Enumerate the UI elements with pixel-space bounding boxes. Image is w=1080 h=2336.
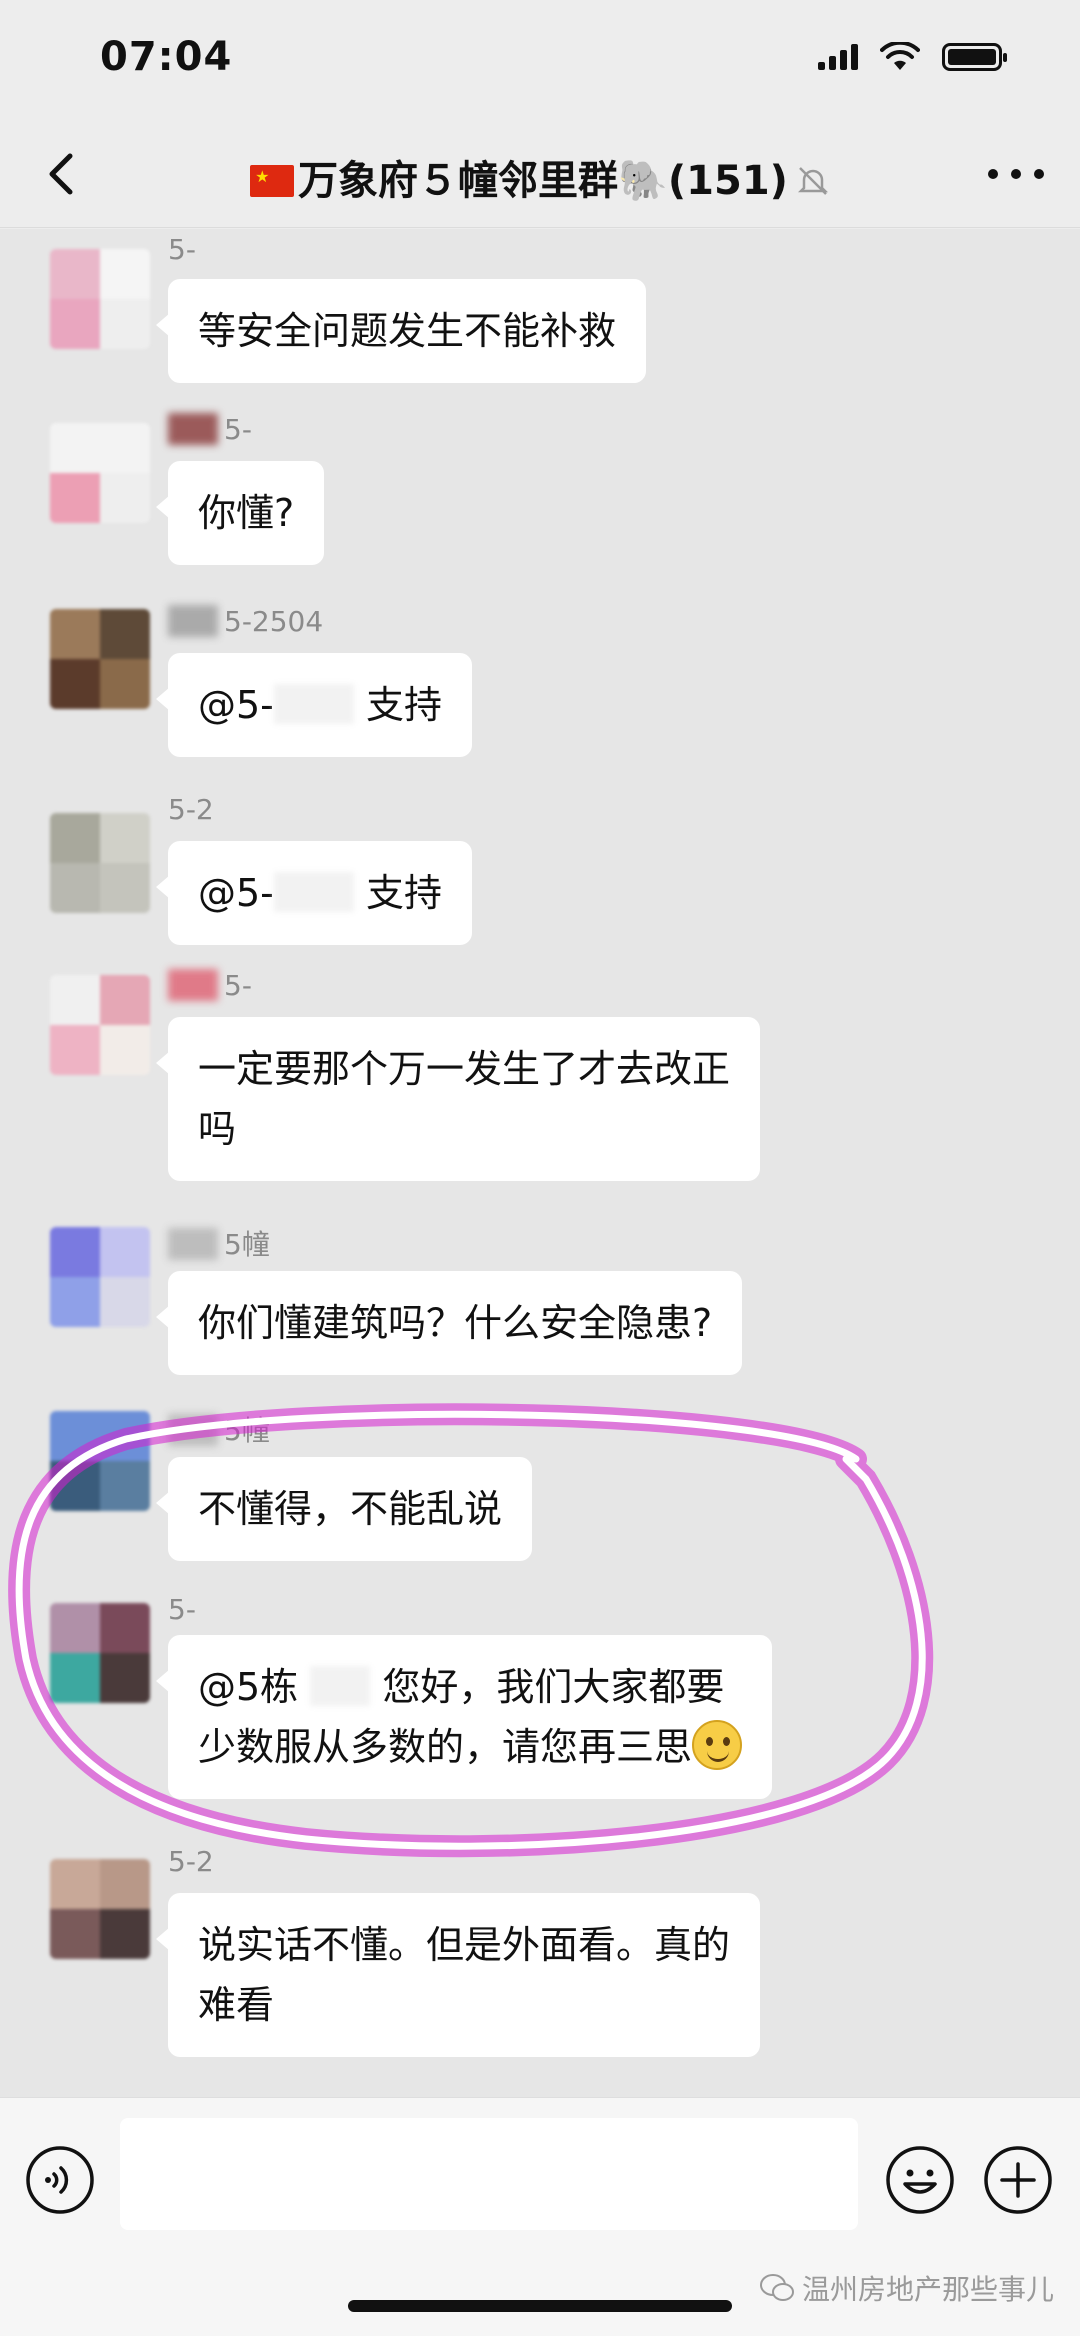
avatar[interactable]: [50, 609, 150, 709]
avatar[interactable]: [50, 1411, 150, 1511]
status-time: 07:04: [100, 34, 233, 80]
elephant-emoji-icon: 🐘: [618, 158, 668, 204]
china-flag-icon: [250, 165, 295, 197]
message-bubble[interactable]: 你们懂建筑吗？什么安全隐患?: [155, 1271, 743, 1375]
emoji-icon[interactable]: [884, 2144, 956, 2216]
message-list: 5- 等安全问题发生不能补救 5- 你懂? 5-2504 @5- 支持 5-2 …: [0, 229, 1080, 2097]
sender-name: 5-: [168, 413, 252, 446]
group-name: 万象府５幢邻里群: [298, 158, 619, 204]
message-input[interactable]: [120, 2118, 858, 2230]
avatar[interactable]: [50, 813, 150, 913]
chat-header: 万象府５幢邻里群🐘(151): [0, 120, 1080, 228]
wechat-icon: [759, 2274, 794, 2301]
avatar[interactable]: [50, 1227, 150, 1327]
message-bubble[interactable]: 不懂得，不能乱说: [155, 1457, 533, 1561]
status-bar: 07:04: [0, 0, 1080, 120]
watermark: 温州房地产那些事儿: [759, 2268, 1054, 2308]
wifi-icon: [880, 42, 920, 70]
member-count: (151): [667, 158, 788, 204]
more-icon[interactable]: [988, 160, 1044, 188]
sender-name: 5-: [168, 233, 196, 266]
message-bubble[interactable]: 等安全问题发生不能补救: [155, 279, 647, 383]
sender-name: 5-2: [168, 793, 214, 826]
avatar[interactable]: [50, 1859, 150, 1959]
battery-icon: [942, 43, 1007, 71]
message-bubble[interactable]: @5栋 您好，我们大家都要 少数服从多数的，请您再三思: [155, 1635, 773, 1799]
avatar[interactable]: [50, 249, 150, 349]
sender-name: 5-2: [168, 1845, 214, 1878]
message-bubble[interactable]: @5- 支持: [156, 841, 472, 945]
signal-icon: [818, 44, 858, 70]
avatar[interactable]: [50, 975, 150, 1075]
sender-name: 5幢: [168, 1223, 270, 1263]
voice-icon[interactable]: [24, 2144, 96, 2216]
avatar[interactable]: [50, 423, 150, 523]
message-bubble[interactable]: 一定要那个万一发生了才去改正吗: [155, 1017, 761, 1181]
sender-name: 5-: [168, 969, 252, 1002]
sender-name: 5-2504: [168, 605, 323, 638]
avatar[interactable]: [50, 1603, 150, 1703]
sender-name: 5-: [168, 1593, 196, 1626]
sender-name: 5幢: [168, 1409, 270, 1449]
plus-icon[interactable]: [982, 2144, 1054, 2216]
message-bubble[interactable]: 你懂?: [155, 461, 325, 565]
home-indicator[interactable]: [348, 2300, 732, 2312]
chat-title: 万象府５幢邻里群🐘(151): [0, 148, 1080, 206]
message-bubble[interactable]: 说实话不懂。但是外面看。真的 难看: [155, 1893, 761, 2057]
mute-icon: [797, 167, 828, 195]
smile-emoji-icon: [692, 1720, 743, 1770]
message-bubble[interactable]: @5- 支持: [156, 653, 472, 757]
status-icons: [818, 42, 1007, 72]
